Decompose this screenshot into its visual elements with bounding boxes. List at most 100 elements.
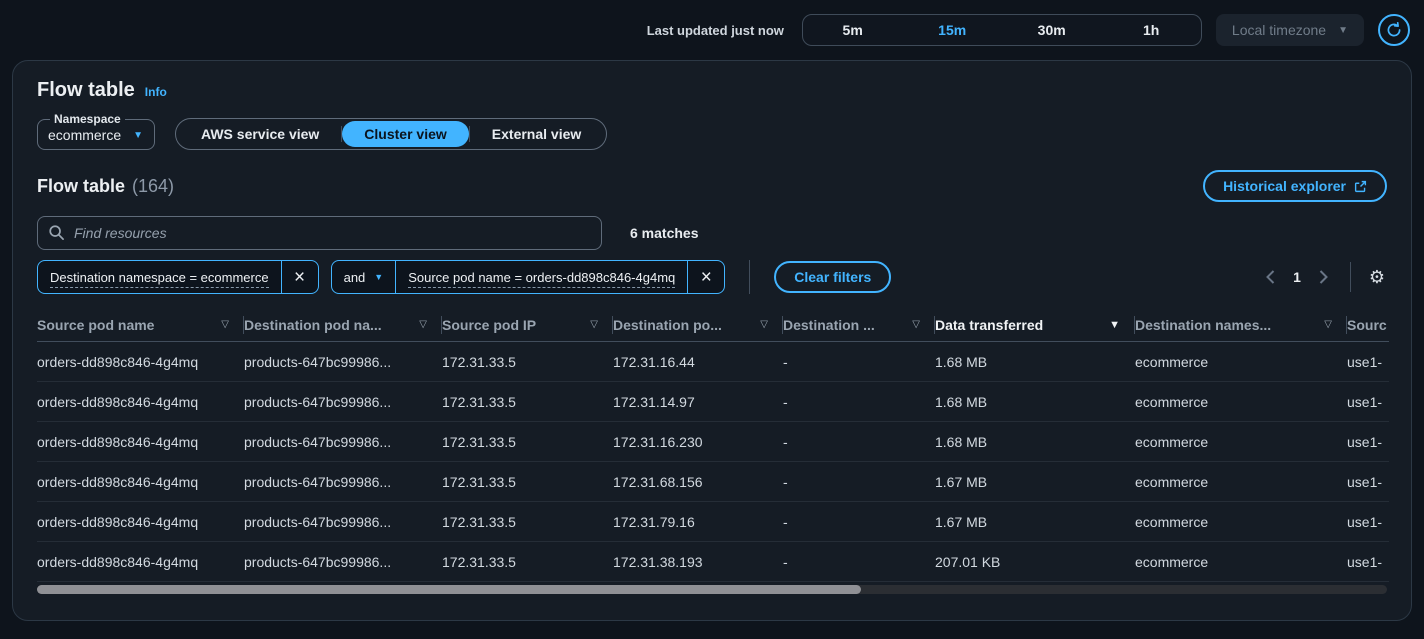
sort-descending-icon[interactable]: ▼ <box>1109 319 1120 331</box>
table-cell: - <box>783 434 935 450</box>
table-cell: 172.31.33.5 <box>442 554 613 570</box>
column-header-destination-po[interactable]: Destination po... ▽ <box>613 308 783 341</box>
table-cell: orders-dd898c846-4g4mq <box>37 474 244 490</box>
sort-icon[interactable]: ▽ <box>590 319 598 330</box>
table-cell: - <box>783 514 935 530</box>
filter-operator-dropdown[interactable]: and ▼ <box>332 270 396 285</box>
column-header-destination-pod-na[interactable]: Destination pod na...▽ <box>244 308 442 341</box>
timezone-dropdown[interactable]: Local timezone ▼ <box>1216 14 1364 46</box>
sort-icon[interactable]: ▽ <box>1324 319 1332 330</box>
table-cell: 172.31.79.16 <box>613 514 783 530</box>
table-cell: ecommerce <box>1135 554 1347 570</box>
table-cell: orders-dd898c846-4g4mq <box>37 434 244 450</box>
column-header-source-pod-ip[interactable]: Source pod IP ▽ <box>442 308 613 341</box>
table-cell: orders-dd898c846-4g4mq <box>37 354 244 370</box>
table-row: orders-dd898c846-4g4mqproducts-647bc9998… <box>37 382 1389 422</box>
column-header-destination[interactable]: Destination ...▽ <box>783 308 935 341</box>
filter-token-text[interactable]: Destination namespace = ecommerce <box>38 270 281 285</box>
close-icon[interactable]: × <box>688 261 724 293</box>
column-label: Source pod IP <box>442 317 536 333</box>
filter-token-source-pod-name: and ▼ Source pod name = orders-dd898c846… <box>331 260 726 294</box>
table-cell: 172.31.33.5 <box>442 394 613 410</box>
search-input[interactable] <box>37 216 602 250</box>
table-body: orders-dd898c846-4g4mqproducts-647bc9998… <box>37 342 1389 582</box>
column-header-destination-names[interactable]: Destination names...▽ <box>1135 308 1347 341</box>
refresh-icon <box>1386 22 1402 38</box>
table-cell: - <box>783 474 935 490</box>
page-number[interactable]: 1 <box>1287 269 1307 285</box>
page-title: Flow table <box>37 79 135 102</box>
search-icon <box>48 224 65 241</box>
filter-row: Destination namespace = ecommerce × and … <box>37 260 1387 294</box>
table-cell: products-647bc99986... <box>244 554 442 570</box>
table-cell: 1.68 MB <box>935 434 1135 450</box>
table-cell: ecommerce <box>1135 514 1347 530</box>
time-range-15m[interactable]: 15m <box>902 15 1002 45</box>
table-row: orders-dd898c846-4g4mqproducts-647bc9998… <box>37 342 1389 382</box>
flow-table-panel: Flow table Info Namespace ecommerce ▼ AW… <box>12 60 1412 621</box>
pagination: 1 ⚙ <box>1260 262 1387 292</box>
info-link[interactable]: Info <box>145 85 167 99</box>
time-range-control: 5m15m30m1h <box>802 14 1202 46</box>
table-count: (164) <box>132 176 174 197</box>
time-range-5m[interactable]: 5m <box>803 15 903 45</box>
sort-icon[interactable]: ▽ <box>912 319 920 330</box>
table-cell: 172.31.16.44 <box>613 354 783 370</box>
namespace-select[interactable]: Namespace ecommerce ▼ <box>37 112 155 150</box>
table-cell: use1- <box>1347 514 1389 530</box>
historical-explorer-button[interactable]: Historical explorer <box>1203 170 1387 202</box>
last-updated-text: Last updated just now <box>647 23 784 38</box>
scrollbar-thumb[interactable] <box>37 585 861 594</box>
table-row: orders-dd898c846-4g4mqproducts-647bc9998… <box>37 422 1389 462</box>
table-cell: 1.68 MB <box>935 394 1135 410</box>
close-icon[interactable]: × <box>282 261 318 293</box>
horizontal-scrollbar[interactable] <box>37 585 1387 594</box>
column-header-data-transferred[interactable]: Data transferred ▼ <box>935 308 1135 341</box>
search-row: 6 matches <box>37 216 1387 250</box>
table-cell: 172.31.33.5 <box>442 354 613 370</box>
controls-row: Namespace ecommerce ▼ AWS service viewCl… <box>37 112 1387 150</box>
table-row: orders-dd898c846-4g4mqproducts-647bc9998… <box>37 462 1389 502</box>
table-cell: use1- <box>1347 554 1389 570</box>
table-cell: use1- <box>1347 354 1389 370</box>
table-cell: products-647bc99986... <box>244 474 442 490</box>
table-cell: use1- <box>1347 474 1389 490</box>
clear-filters-button[interactable]: Clear filters <box>774 261 891 293</box>
column-label: Data transferred <box>935 317 1043 333</box>
top-bar: Last updated just now 5m15m30m1h Local t… <box>0 0 1424 60</box>
previous-page-icon[interactable] <box>1260 268 1281 286</box>
table-cell: products-647bc99986... <box>244 514 442 530</box>
table-cell: 1.68 MB <box>935 354 1135 370</box>
divider <box>749 260 750 294</box>
table-cell: - <box>783 354 935 370</box>
table-cell: products-647bc99986... <box>244 394 442 410</box>
view-tab-aws-service-view[interactable]: AWS service view <box>179 121 341 147</box>
next-page-icon[interactable] <box>1313 268 1334 286</box>
matches-count: 6 matches <box>630 225 698 241</box>
table-cell: ecommerce <box>1135 434 1347 450</box>
time-range-30m[interactable]: 30m <box>1002 15 1102 45</box>
namespace-value: ecommerce <box>48 127 121 143</box>
filter-token-text[interactable]: Source pod name = orders-dd898c846-4g4mq <box>396 270 687 285</box>
table-cell: 172.31.16.230 <box>613 434 783 450</box>
column-label: Source pod name <box>37 317 154 333</box>
table-cell: 172.31.14.97 <box>613 394 783 410</box>
time-range-1h[interactable]: 1h <box>1101 15 1201 45</box>
table-heading-row: Flow table (164) Historical explorer <box>37 170 1387 202</box>
refresh-button[interactable] <box>1378 14 1410 46</box>
view-tab-cluster-view[interactable]: Cluster view <box>342 121 468 147</box>
table-cell: - <box>783 554 935 570</box>
sort-icon[interactable]: ▽ <box>419 319 427 330</box>
column-label: Sourc <box>1347 317 1387 333</box>
divider <box>1350 262 1351 292</box>
gear-icon[interactable]: ⚙ <box>1367 266 1387 288</box>
view-tab-external-view[interactable]: External view <box>470 121 604 147</box>
table-cell: orders-dd898c846-4g4mq <box>37 554 244 570</box>
column-label: Destination po... <box>613 317 722 333</box>
sort-icon[interactable]: ▽ <box>760 319 768 330</box>
column-header-sourc[interactable]: Sourc▽ <box>1347 308 1389 341</box>
sort-icon[interactable]: ▽ <box>221 319 229 330</box>
column-header-source-pod-name[interactable]: Source pod name ▽ <box>37 308 244 341</box>
table-cell: 172.31.33.5 <box>442 474 613 490</box>
table-title: Flow table <box>37 176 125 197</box>
